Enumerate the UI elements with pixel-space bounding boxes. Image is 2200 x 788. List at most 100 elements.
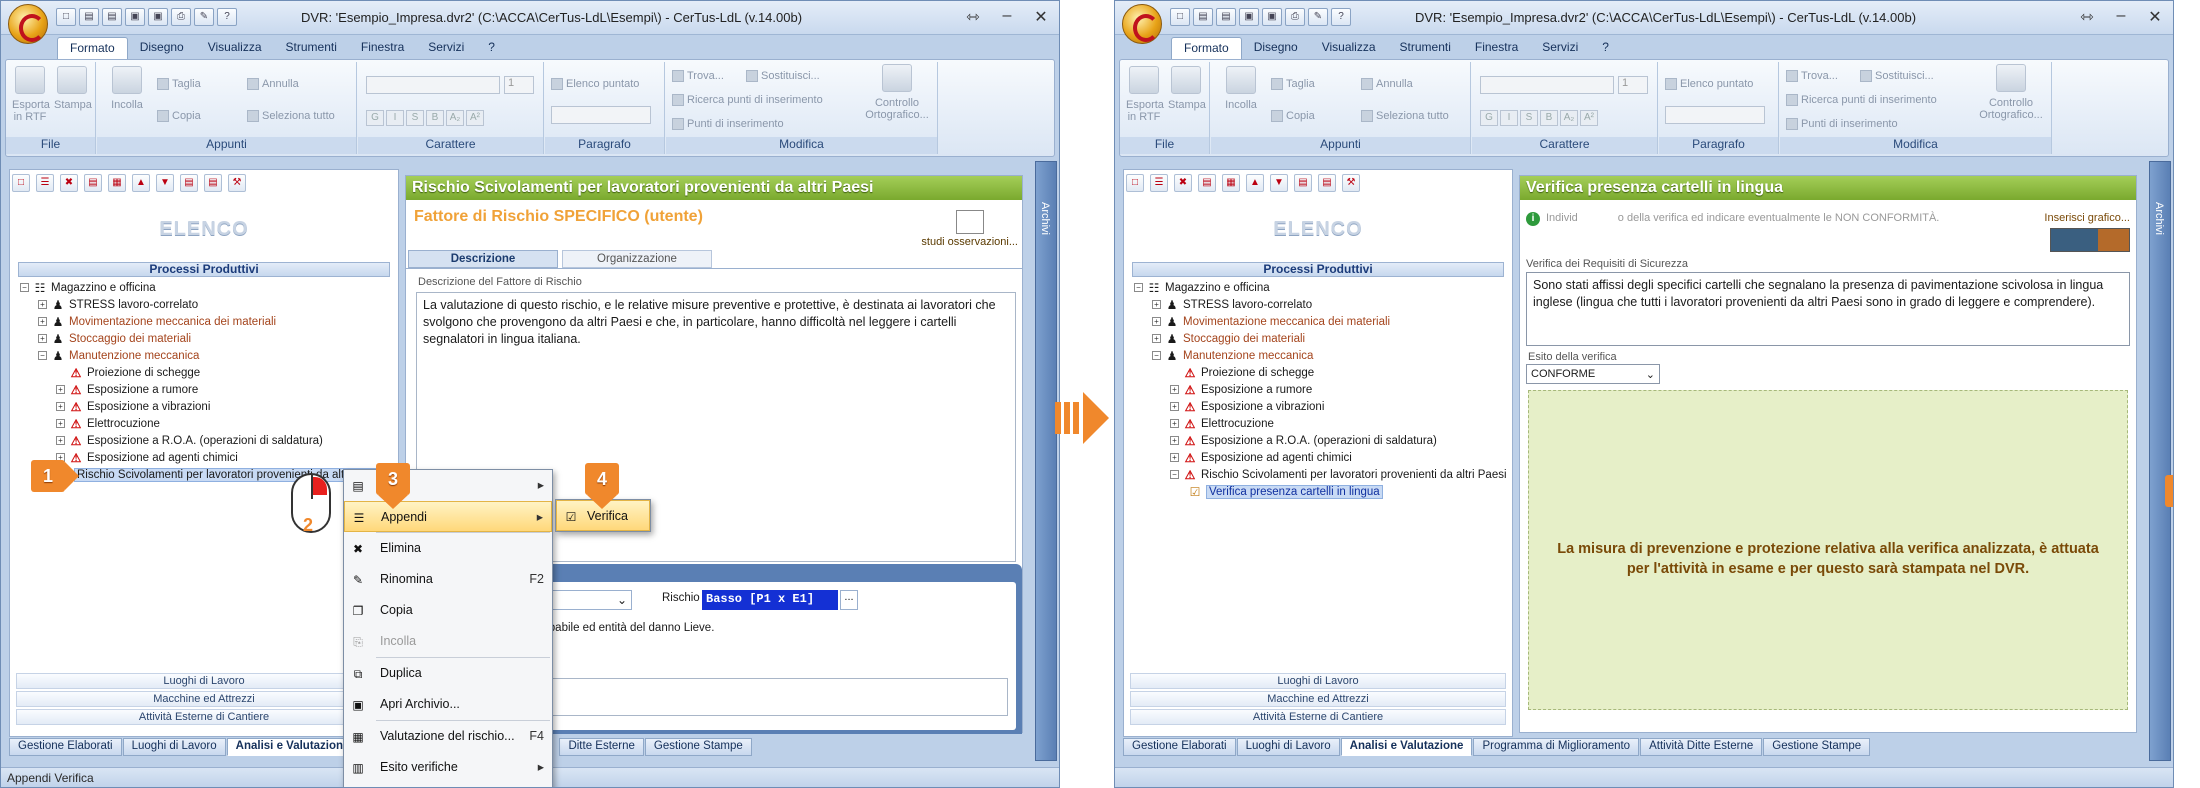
section-header[interactable]: Processi Produttivi xyxy=(1132,262,1504,277)
rischio-value[interactable]: Basso [P1 x E1] xyxy=(702,590,838,610)
collapse-icon[interactable]: ▤ xyxy=(1318,174,1336,192)
archivi-sidebar[interactable]: Archivi xyxy=(2149,161,2171,761)
tab-visualizza[interactable]: Visualizza xyxy=(1310,37,1388,59)
tab-servizi[interactable]: Servizi xyxy=(1530,37,1590,59)
tree-node[interactable]: + ⚠ Esposizione a vibrazioni xyxy=(1134,399,1508,416)
collapse-icon[interactable]: ▤ xyxy=(204,174,222,192)
tab-strumenti[interactable]: Strumenti xyxy=(274,37,349,59)
tree-expander[interactable]: − xyxy=(1134,283,1143,293)
edit-icon[interactable]: ✎ xyxy=(194,8,214,26)
controllo-ortografico-button[interactable]: Controllo Ortografico... xyxy=(1976,64,2046,121)
menu-item[interactable]: ⧉ Duplica xyxy=(344,658,552,689)
tree-node[interactable]: + ♟ Stoccaggio dei materiali xyxy=(20,331,394,348)
bottom-tab[interactable]: Ditte Esterne xyxy=(559,738,644,756)
superscript-button[interactable]: A² xyxy=(1580,110,1598,126)
tools-icon[interactable]: ⚒ xyxy=(228,174,246,192)
elenco-puntato-button[interactable]: Elenco puntato xyxy=(1665,78,1753,91)
strike-button[interactable]: B xyxy=(426,110,444,126)
footer-luoghi[interactable]: Luoghi di Lavoro xyxy=(16,673,392,689)
list-icon[interactable]: ▤ xyxy=(1198,174,1216,192)
new-doc-icon[interactable]: □ xyxy=(56,8,76,26)
esito-select[interactable]: CONFORME ⌄ xyxy=(1526,364,1660,384)
bottom-tab[interactable]: Analisi e Valutazione xyxy=(226,738,359,756)
taglia-button[interactable]: Taglia xyxy=(157,78,201,91)
tree-node[interactable]: − ⚠ Rischio Scivolamenti per lavoratori pr… xyxy=(1134,467,1508,484)
tree-expander[interactable]: + xyxy=(1170,419,1179,429)
folder-icon[interactable]: ▤ xyxy=(102,8,122,26)
tab-help[interactable]: ? xyxy=(476,37,507,59)
footer-macchine[interactable]: Macchine ed Attrezzi xyxy=(16,691,392,707)
seleziona-tutto-button[interactable]: Seleziona tutto xyxy=(1361,110,1449,123)
tree-node[interactable]: + ⚠ Esposizione a vibrazioni xyxy=(20,399,394,416)
strike-button[interactable]: B xyxy=(1540,110,1558,126)
tree-expander[interactable]: + xyxy=(1170,453,1179,463)
tree-expander[interactable]: − xyxy=(1152,351,1161,361)
bottom-tab[interactable]: Analisi e Valutazione xyxy=(1340,738,1473,756)
menu-item[interactable]: ☰ Appendi ▸ xyxy=(344,501,552,532)
footer-attivita[interactable]: Attività Esterne di Cantiere xyxy=(1130,709,1506,725)
stampa-button[interactable]: Stampa xyxy=(1168,66,1206,111)
bottom-tab[interactable]: Gestione Elaborati xyxy=(1123,738,1236,756)
restore-icon[interactable]: ⇿ xyxy=(2077,7,2097,27)
tree-node[interactable]: − ♟ Manutenzione meccanica xyxy=(1134,348,1508,365)
edit-icon[interactable]: ✎ xyxy=(1308,8,1328,26)
tree-expander[interactable]: + xyxy=(56,419,65,429)
move-up-icon[interactable]: ▲ xyxy=(132,174,150,192)
new-doc-icon[interactable]: □ xyxy=(1170,8,1190,26)
bold-button[interactable]: G xyxy=(366,110,384,126)
tree-node[interactable]: + ♟ STRESS lavoro-correlato xyxy=(20,297,394,314)
tree-node[interactable]: + ⚠ Elettrocuzione xyxy=(1134,416,1508,433)
font-name-select[interactable] xyxy=(1480,76,1614,94)
punti-inserimento-button[interactable]: Punti di inserimento xyxy=(672,118,784,131)
bottom-tab[interactable]: Programma di Miglioramento xyxy=(1473,738,1640,756)
subscript-button[interactable]: A₂ xyxy=(1560,110,1578,126)
tree-expander[interactable]: + xyxy=(38,300,47,310)
tree-node[interactable]: + ⚠ Esposizione a rumore xyxy=(1134,382,1508,399)
tree-expander[interactable]: + xyxy=(1170,436,1179,446)
tree-expander[interactable]: + xyxy=(56,402,65,412)
underline-button[interactable]: S xyxy=(1520,110,1538,126)
app-menu-orb[interactable] xyxy=(8,4,48,44)
tab-disegno[interactable]: Disegno xyxy=(128,37,196,59)
expand-icon[interactable]: ▤ xyxy=(1294,174,1312,192)
save-icon[interactable]: ▣ xyxy=(125,8,145,26)
esporta-rtf-button[interactable]: Esporta in RTF xyxy=(1126,66,1164,123)
menu-item[interactable]: ▣ Apri Archivio... xyxy=(344,689,552,720)
elenco-puntato-button[interactable]: Elenco puntato xyxy=(551,78,639,91)
trova-button[interactable]: Trova... xyxy=(1786,70,1838,83)
print-icon[interactable]: ⎙ xyxy=(1285,8,1305,26)
trova-button[interactable]: Trova... xyxy=(672,70,724,83)
tab-organizzazione[interactable]: Organizzazione xyxy=(562,250,712,268)
esporta-rtf-button[interactable]: Esporta in RTF xyxy=(12,66,50,123)
footer-luoghi[interactable]: Luoghi di Lavoro xyxy=(1130,673,1506,689)
font-size-select[interactable]: 1 xyxy=(504,76,534,94)
superscript-button[interactable]: A² xyxy=(466,110,484,126)
sostituisci-button[interactable]: Sostituisci... xyxy=(1860,70,1934,83)
tree-node[interactable]: + ♟ Stoccaggio dei materiali xyxy=(1134,331,1508,348)
controllo-ortografico-button[interactable]: Controllo Ortografico... xyxy=(862,64,932,121)
tools-icon[interactable]: ⚒ xyxy=(1342,174,1360,192)
bottom-tab[interactable]: Gestione Stampe xyxy=(644,738,752,756)
delete-icon[interactable]: ✖ xyxy=(1174,174,1192,192)
inserisci-grafico-button[interactable]: Inserisci grafico... xyxy=(2044,212,2130,252)
save-as-icon[interactable]: ▣ xyxy=(1262,8,1282,26)
help-icon[interactable]: ? xyxy=(1331,8,1351,26)
close-icon[interactable]: ✕ xyxy=(1031,7,1051,27)
delete-icon[interactable]: ✖ xyxy=(60,174,78,192)
move-down-icon[interactable]: ▼ xyxy=(156,174,174,192)
italic-button[interactable]: I xyxy=(1500,110,1518,126)
tree-expander[interactable]: − xyxy=(20,283,29,293)
ricerca-punti-button[interactable]: Ricerca punti di inserimento xyxy=(672,94,823,107)
bottom-tab[interactable]: Gestione Stampe xyxy=(1763,738,1871,756)
incolla-button[interactable]: Incolla xyxy=(1221,66,1261,111)
tab-descrizione[interactable]: Descrizione xyxy=(408,250,558,268)
folder-icon[interactable]: ▤ xyxy=(1216,8,1236,26)
studi-button[interactable]: studi osservazioni... xyxy=(921,210,1018,248)
menu-item[interactable]: ✖ Elimina xyxy=(344,533,552,564)
move-down-icon[interactable]: ▼ xyxy=(1270,174,1288,192)
tree-node[interactable]: ⚠ Proiezione di schegge xyxy=(1134,365,1508,382)
font-name-select[interactable] xyxy=(366,76,500,94)
tree-node[interactable]: + ⚠ Elettrocuzione xyxy=(20,416,394,433)
menu-item[interactable]: ✎ Rinomina F2 xyxy=(344,564,552,595)
tree-expander[interactable]: + xyxy=(38,334,47,344)
